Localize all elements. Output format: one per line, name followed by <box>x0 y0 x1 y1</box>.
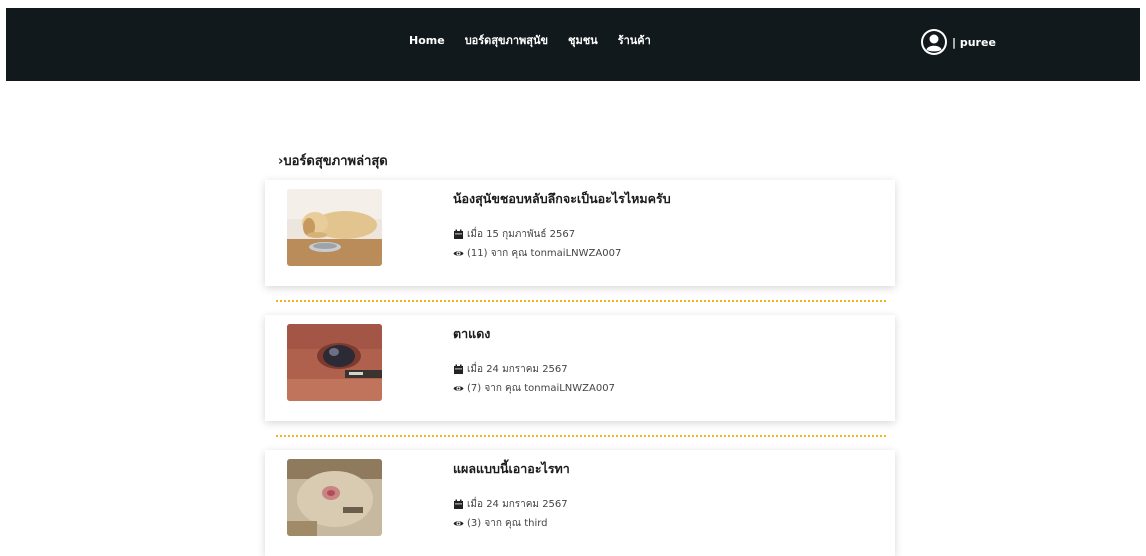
post-card[interactable]: แผลแบบนี้เอาอะไรทา เมื่อ 24 มกราคม 2567 … <box>265 450 895 556</box>
post-thumbnail[interactable] <box>287 324 382 401</box>
post-views-text: (11) จาก คุณ tonmaiLNWZA007 <box>467 248 622 259</box>
post-date: เมื่อ 15 กุมภาพันธ์ 2567 <box>453 227 575 242</box>
wound-skin-photo <box>287 459 382 536</box>
nav-link-dog-health-board[interactable]: บอร์ดสุขภาพสุนัข <box>465 31 548 49</box>
post-views-text: (7) จาก คุณ tonmaiLNWZA007 <box>467 383 615 394</box>
sleeping-dog-photo <box>287 189 382 266</box>
post-date-text: เมื่อ 24 มกราคม 2567 <box>467 499 568 510</box>
post-date-text: เมื่อ 24 มกราคม 2567 <box>467 364 568 375</box>
post-views-text: (3) จาก คุณ third <box>467 518 548 529</box>
calendar-icon <box>454 364 463 374</box>
post-divider <box>276 300 886 302</box>
username-label: | puree <box>952 35 996 49</box>
post-views: (11) จาก คุณ tonmaiLNWZA007 <box>453 246 621 261</box>
latest-health-board-heading: ›บอร์ดสุขภาพล่าสุด <box>278 154 388 169</box>
calendar-icon <box>454 229 463 239</box>
post-title[interactable]: น้องสุนัขชอบหลับลึกจะเป็นอะไรไหมครับ <box>453 189 671 209</box>
post-thumbnail[interactable] <box>287 189 382 266</box>
post-card[interactable]: ตาแดง เมื่อ 24 มกราคม 2567 (7) จาก คุณ t… <box>265 315 895 421</box>
post-title[interactable]: แผลแบบนี้เอาอะไรทา <box>453 459 570 479</box>
user-avatar-icon[interactable] <box>920 28 948 56</box>
post-title[interactable]: ตาแดง <box>453 324 490 344</box>
nav-link-home[interactable]: Home <box>409 34 445 47</box>
calendar-icon <box>454 499 463 509</box>
eye-icon <box>453 251 464 256</box>
nav-links: Home บอร์ดสุขภาพสุนัข ชุมชน ร้านค้า <box>409 31 671 49</box>
post-date: เมื่อ 24 มกราคม 2567 <box>453 497 568 512</box>
eye-icon <box>453 386 464 391</box>
post-date-text: เมื่อ 15 กุมภาพันธ์ 2567 <box>467 229 576 240</box>
post-views: (7) จาก คุณ tonmaiLNWZA007 <box>453 381 615 396</box>
post-date: เมื่อ 24 มกราคม 2567 <box>453 362 568 377</box>
eye-icon <box>453 521 464 526</box>
post-card[interactable]: น้องสุนัขชอบหลับลึกจะเป็นอะไรไหมครับ เมื… <box>265 180 895 286</box>
user-menu[interactable]: | puree <box>920 28 996 56</box>
post-thumbnail[interactable] <box>287 459 382 536</box>
top-navbar: Home บอร์ดสุขภาพสุนัข ชุมชน ร้านค้า | pu… <box>6 8 1140 81</box>
post-divider <box>276 435 886 437</box>
post-views: (3) จาก คุณ third <box>453 516 548 531</box>
red-eye-photo <box>287 324 382 401</box>
nav-link-shop[interactable]: ร้านค้า <box>618 31 651 49</box>
nav-link-community[interactable]: ชุมชน <box>568 31 598 49</box>
